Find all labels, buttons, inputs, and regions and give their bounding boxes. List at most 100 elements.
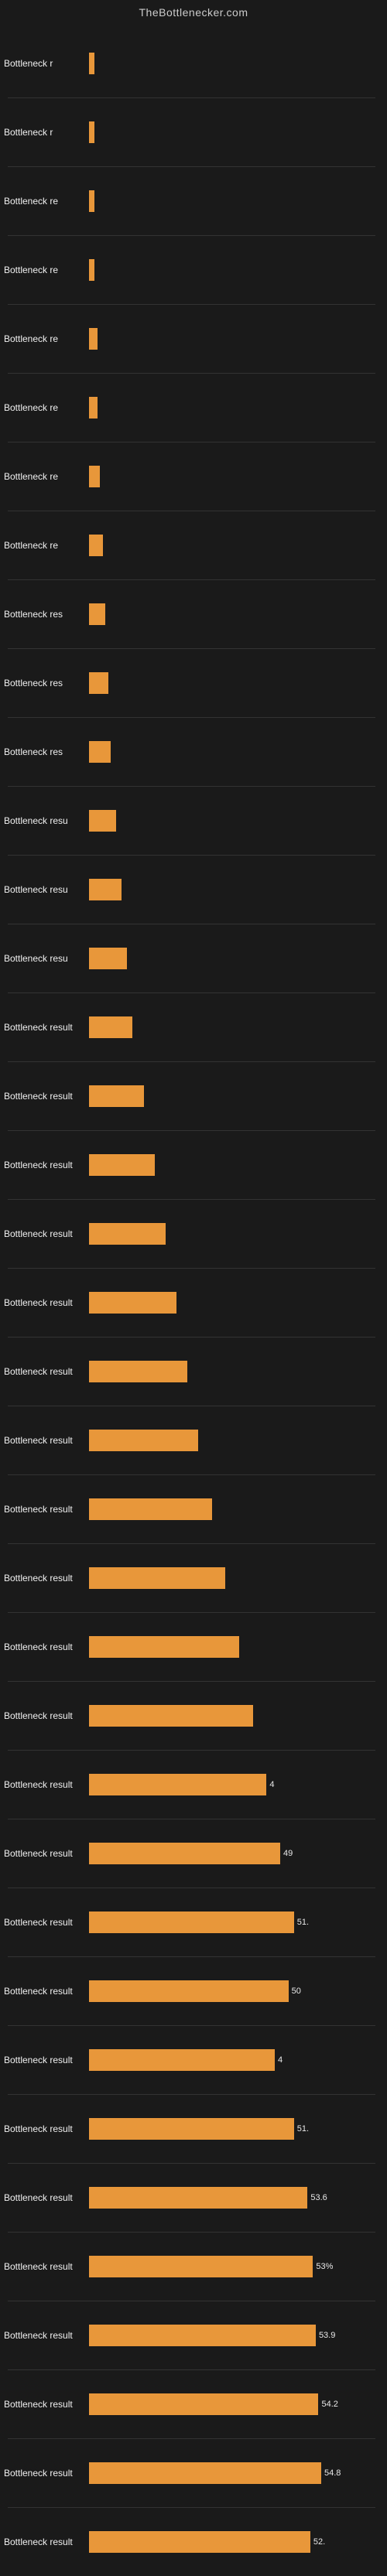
bar-label: Bottleneck result [4, 2192, 89, 2203]
bar-row: Bottleneck result 51. [4, 2095, 379, 2163]
bar-label: Bottleneck re [4, 540, 89, 551]
bar-row: Bottleneck result [4, 1406, 379, 1474]
bar-wrapper: 53.6 [89, 2185, 379, 2210]
bar [89, 397, 98, 419]
bar-wrapper [89, 946, 379, 971]
bar-label: Bottleneck resu [4, 815, 89, 826]
bar [89, 53, 94, 74]
bar-wrapper [89, 189, 379, 214]
bar-wrapper: 4 [89, 2048, 379, 2072]
bar-row: Bottleneck r [4, 98, 379, 166]
bar-row: Bottleneck result [4, 1338, 379, 1406]
bar-wrapper: 51. [89, 1910, 379, 1935]
bar-label: Bottleneck result [4, 1366, 89, 1377]
bar-row: Bottleneck result [4, 1475, 379, 1543]
bar-label: Bottleneck result [4, 1710, 89, 1721]
bar-label: Bottleneck result [4, 1986, 89, 1997]
bar-wrapper: 52. [89, 2530, 379, 2554]
bar-label: Bottleneck result [4, 2468, 89, 2479]
bar-wrapper: 4 [89, 1772, 379, 1797]
bar-label: Bottleneck result [4, 1917, 89, 1928]
bar-value: 51. [297, 2124, 309, 2134]
bar [89, 1154, 155, 1176]
bar-label: Bottleneck result [4, 1228, 89, 1239]
bar [89, 190, 94, 212]
bar-label: Bottleneck re [4, 333, 89, 344]
bar-row: Bottleneck re [4, 442, 379, 511]
bar-row: Bottleneck result52. [4, 2508, 379, 2576]
bar-row: Bottleneck re [4, 236, 379, 304]
bar-label: Bottleneck r [4, 127, 89, 138]
bar-row: Bottleneck re [4, 167, 379, 235]
bar-row: Bottleneck result [4, 1062, 379, 1130]
bar-wrapper [89, 51, 379, 76]
bar-wrapper [89, 808, 379, 833]
bar-wrapper [89, 740, 379, 764]
bar [89, 1912, 294, 1933]
bar-value: 49 [283, 1849, 293, 1858]
bar-row: Bottleneck res [4, 649, 379, 717]
bar [89, 1636, 239, 1658]
bar-wrapper [89, 1566, 379, 1590]
bar-wrapper [89, 533, 379, 558]
bar-wrapper [89, 602, 379, 627]
bar-row: Bottleneck result [4, 1269, 379, 1337]
bar-value: 53.9 [319, 2331, 335, 2340]
bar-wrapper [89, 1015, 379, 1040]
bar-label: Bottleneck result [4, 2123, 89, 2134]
bar-label: Bottleneck result [4, 1642, 89, 1652]
bar-wrapper [89, 1497, 379, 1522]
bar [89, 1705, 253, 1727]
bar [89, 2049, 275, 2071]
bar [89, 2531, 310, 2553]
bar [89, 603, 105, 625]
bar-row: Bottleneck result50 [4, 1957, 379, 2025]
bar [89, 1843, 280, 1864]
bar-value: 51. [297, 1918, 309, 1927]
bar-value: 54.2 [321, 2400, 337, 2409]
bar [89, 1498, 212, 1520]
bar-label: Bottleneck resu [4, 884, 89, 895]
bar [89, 1085, 144, 1107]
bar-row: Bottleneck res [4, 580, 379, 648]
bar-row: Bottleneck result [4, 993, 379, 1061]
bar-wrapper [89, 1221, 379, 1246]
bar-wrapper [89, 1084, 379, 1109]
bar [89, 328, 98, 350]
bar-wrapper: 54.2 [89, 2392, 379, 2417]
bar-label: Bottleneck result [4, 1779, 89, 1790]
bar-wrapper: 50 [89, 1979, 379, 2004]
bar-label: Bottleneck result [4, 1160, 89, 1170]
bar-label: Bottleneck result [4, 2261, 89, 2272]
bar-wrapper [89, 1153, 379, 1177]
bar-label: Bottleneck result [4, 2537, 89, 2547]
bar [89, 1567, 225, 1589]
bar [89, 2118, 294, 2140]
bar-wrapper [89, 120, 379, 145]
bar [89, 1223, 166, 1245]
bar-label: Bottleneck re [4, 402, 89, 413]
bar-label: Bottleneck re [4, 471, 89, 482]
bar-row: Bottleneck result 54.8 [4, 2439, 379, 2507]
bar-wrapper [89, 1428, 379, 1453]
bar-value: 53% [316, 2262, 333, 2271]
bar [89, 1016, 132, 1038]
bar [89, 1361, 187, 1382]
bar [89, 1430, 198, 1451]
bar-label: Bottleneck result [4, 2330, 89, 2341]
bar-row: Bottleneck r [4, 29, 379, 97]
bar-row: Bottleneck result4 [4, 2026, 379, 2094]
bar-row: Bottleneck re [4, 374, 379, 442]
bar-label: Bottleneck r [4, 58, 89, 69]
bar [89, 259, 94, 281]
bar [89, 672, 108, 694]
bar [89, 948, 127, 969]
bar-row: Bottleneck result53.6 [4, 2164, 379, 2232]
bar-label: Bottleneck result [4, 1297, 89, 1308]
bar-label: Bottleneck res [4, 678, 89, 688]
bar-wrapper [89, 258, 379, 282]
bar-value: 4 [269, 1780, 274, 1789]
bar-value: 54.8 [324, 2468, 341, 2478]
bar-label: Bottleneck res [4, 609, 89, 620]
bar-wrapper: 49 [89, 1841, 379, 1866]
